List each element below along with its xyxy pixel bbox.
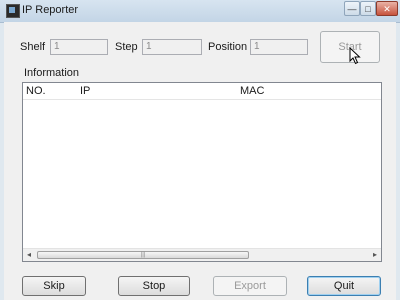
- position-label: Position: [208, 41, 248, 53]
- column-header-mac[interactable]: MAC: [240, 85, 264, 97]
- app-icon: [6, 4, 20, 18]
- column-header-ip[interactable]: IP: [80, 85, 90, 97]
- window-title: IP Reporter: [22, 4, 79, 16]
- column-header-no[interactable]: NO.: [26, 85, 46, 97]
- information-label: Information: [24, 67, 80, 79]
- scroll-right-icon[interactable]: ▸: [369, 249, 381, 261]
- main-panel: Shelf 1 Step 1 Position 1 Start Informat…: [4, 22, 396, 300]
- skip-button[interactable]: Skip: [22, 276, 86, 296]
- minimize-button[interactable]: —: [344, 1, 360, 16]
- step-label: Step: [115, 41, 138, 53]
- stop-button[interactable]: Stop: [118, 276, 190, 296]
- horizontal-scrollbar[interactable]: ◂ ||| ▸: [23, 248, 381, 261]
- shelf-field[interactable]: 1: [50, 39, 108, 55]
- shelf-label: Shelf: [20, 41, 46, 53]
- position-field[interactable]: 1: [250, 39, 308, 55]
- scrollbar-thumb[interactable]: |||: [37, 251, 249, 259]
- close-button[interactable]: ✕: [376, 1, 398, 16]
- mouse-cursor-icon: [349, 47, 361, 65]
- quit-button[interactable]: Quit: [307, 276, 381, 296]
- export-button[interactable]: Export: [213, 276, 287, 296]
- information-list[interactable]: NO. IP MAC ◂ ||| ▸: [22, 82, 382, 262]
- scroll-left-icon[interactable]: ◂: [23, 249, 35, 261]
- maximize-button[interactable]: □: [360, 1, 376, 16]
- title-bar: IP Reporter — □ ✕: [0, 0, 400, 23]
- list-header: NO. IP MAC: [23, 83, 381, 100]
- step-field[interactable]: 1: [142, 39, 202, 55]
